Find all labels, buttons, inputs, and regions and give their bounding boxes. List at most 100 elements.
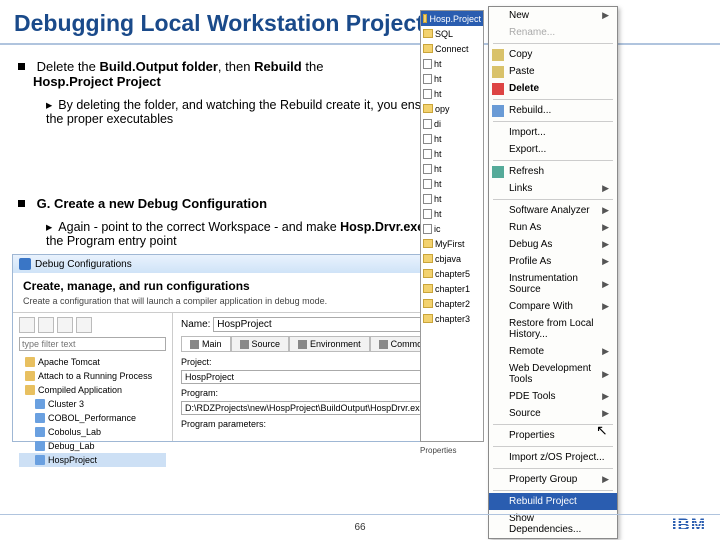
menu-item-profile-as[interactable]: Profile As▶ <box>489 253 617 270</box>
sub-bullet-2: ▸Again - point to the correct Workspace … <box>46 219 442 248</box>
menu-item-label: Remote <box>509 346 544 357</box>
tree-item[interactable]: ht <box>434 74 442 84</box>
menu-item-refresh[interactable]: Refresh <box>489 163 617 180</box>
menu-item-label: Properties <box>509 430 555 441</box>
dialog-title-text: Debug Configurations <box>35 259 132 270</box>
tree-item[interactable]: ht <box>434 149 442 159</box>
context-menu[interactable]: New▶ Rename... Copy Paste Delete Rebuild... Im… <box>488 6 618 539</box>
submenu-arrow-icon: ▶ <box>602 239 609 250</box>
tree-item[interactable]: Debug_Lab <box>48 439 95 453</box>
menu-separator <box>493 160 613 161</box>
tree-item[interactable]: ht <box>434 194 442 204</box>
menu-item-export[interactable]: Export... <box>489 141 617 158</box>
project-tree[interactable]: Hosp.Project SQL Connect ht ht ht opy di… <box>420 10 484 442</box>
tree-item[interactable]: ic <box>434 224 441 234</box>
menu-item-software-analyzer[interactable]: Software Analyzer▶ <box>489 202 617 219</box>
menu-item-new[interactable]: New▶ <box>489 7 617 24</box>
name-input[interactable] <box>213 317 423 332</box>
program-input[interactable] <box>181 401 441 415</box>
menu-item-label: Rename... <box>509 27 555 38</box>
menu-item-delete[interactable]: Delete <box>489 80 617 97</box>
new-config-button[interactable] <box>19 317 35 333</box>
dialog-header-title: Create, manage, and run configurations <box>23 279 473 293</box>
tab-environment[interactable]: Environment <box>289 336 370 351</box>
file-icon <box>423 89 432 99</box>
menu-item-label: Paste <box>509 66 535 77</box>
menu-item-restore-from-local-history[interactable]: Restore from Local History... <box>489 315 617 343</box>
tree-item[interactable]: chapter2 <box>435 299 470 309</box>
tree-item[interactable]: Cluster 3 <box>48 397 84 411</box>
submenu-arrow-icon: ▶ <box>602 391 609 402</box>
menu-separator <box>493 468 613 469</box>
duplicate-button[interactable] <box>38 317 54 333</box>
b1-pre: Delete the <box>37 59 100 74</box>
tree-item[interactable]: cbjava <box>435 254 461 264</box>
tab-source[interactable]: Source <box>231 336 290 351</box>
tree-root-selected[interactable]: Hosp.Project <box>429 14 481 24</box>
tree-item[interactable]: ht <box>434 134 442 144</box>
config-tree[interactable]: Apache Tomcat Attach to a Running Proces… <box>19 355 166 467</box>
sub1-text: By deleting the folder, and watching the… <box>46 98 439 126</box>
menu-item-property-group[interactable]: Property Group▶ <box>489 471 617 488</box>
menu-item-instrumentation-source[interactable]: Instrumentation Source▶ <box>489 270 617 298</box>
menu-item-copy[interactable]: Copy <box>489 46 617 63</box>
folder-icon <box>423 299 433 308</box>
delete-button[interactable] <box>57 317 73 333</box>
tree-item[interactable]: COBOL_Performance <box>48 411 136 425</box>
debug-icon <box>19 258 31 270</box>
main-tab-icon <box>190 340 199 349</box>
params-label: Program parameters: <box>181 419 266 429</box>
menu-item-debug-as[interactable]: Debug As▶ <box>489 236 617 253</box>
filter-input[interactable] <box>19 337 166 351</box>
menu-item-source[interactable]: Source▶ <box>489 405 617 422</box>
common-tab-icon <box>379 340 388 349</box>
file-icon <box>423 179 432 189</box>
menu-item-pde-tools[interactable]: PDE Tools▶ <box>489 388 617 405</box>
folder-icon <box>423 104 433 113</box>
tree-item[interactable]: Cobolus_Lab <box>48 425 101 439</box>
menu-item-rebuild-project[interactable]: Rebuild Project <box>489 493 617 510</box>
tab-main[interactable]: Main <box>181 336 231 351</box>
tree-item[interactable]: opy <box>435 104 450 114</box>
menu-item-remote[interactable]: Remote▶ <box>489 343 617 360</box>
tree-item[interactable]: ht <box>434 164 442 174</box>
menu-item-label: Rebuild Project <box>509 496 577 507</box>
config-icon <box>25 357 35 367</box>
dialog-titlebar[interactable]: Debug Configurations <box>13 255 483 273</box>
menu-item-label: Rebuild... <box>509 105 551 116</box>
project-input[interactable] <box>181 370 441 384</box>
menu-item-compare-with[interactable]: Compare With▶ <box>489 298 617 315</box>
menu-item-properties[interactable]: Properties <box>489 427 617 444</box>
menu-item-links[interactable]: Links▶ <box>489 180 617 197</box>
bullet-mark-icon <box>18 200 25 207</box>
toolbar <box>19 317 166 333</box>
context-menu-overlay: Hosp.Project SQL Connect ht ht ht opy di… <box>488 6 712 539</box>
menu-item-run-as[interactable]: Run As▶ <box>489 219 617 236</box>
submenu-arrow-icon: ▶ <box>602 279 609 290</box>
tree-item[interactable]: ht <box>434 179 442 189</box>
tree-item[interactable]: ht <box>434 209 442 219</box>
menu-item-paste[interactable]: Paste <box>489 63 617 80</box>
menu-item-web-development-tools[interactable]: Web Development Tools▶ <box>489 360 617 388</box>
menu-separator <box>493 43 613 44</box>
tree-item[interactable]: Compiled Application <box>38 383 122 397</box>
tree-item[interactable]: MyFirst <box>435 239 465 249</box>
tree-item[interactable]: ht <box>434 59 442 69</box>
collapse-button[interactable] <box>76 317 92 333</box>
tree-item[interactable]: chapter5 <box>435 269 470 279</box>
menu-item-import[interactable]: Import... <box>489 124 617 141</box>
tree-item[interactable]: Apache Tomcat <box>38 355 100 369</box>
tree-item[interactable]: chapter3 <box>435 314 470 324</box>
tree-item[interactable]: di <box>434 119 441 129</box>
tree-item[interactable]: Attach to a Running Process <box>38 369 152 383</box>
paste-icon <box>492 66 504 78</box>
file-icon <box>423 224 432 234</box>
tree-item[interactable]: ht <box>434 89 442 99</box>
menu-item-import-z-os-project[interactable]: Import z/OS Project... <box>489 449 617 466</box>
menu-item-rebuild[interactable]: Rebuild... <box>489 102 617 119</box>
tree-item[interactable]: Connect <box>435 44 469 54</box>
tree-item[interactable]: SQL <box>435 29 453 39</box>
tree-item[interactable]: chapter1 <box>435 284 470 294</box>
properties-view-label: Properties <box>420 446 482 455</box>
tree-item-selected[interactable]: HospProject <box>48 453 97 467</box>
